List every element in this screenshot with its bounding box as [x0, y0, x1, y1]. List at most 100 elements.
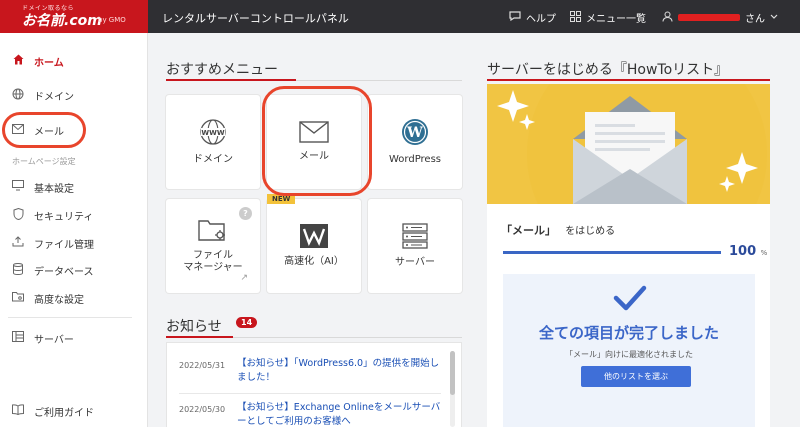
news-rule: [233, 337, 462, 338]
howto-underline: [487, 79, 770, 81]
mail-illustration: [487, 84, 770, 204]
howto-panel: 「メール」 をはじめる 100 % 全ての項目が完了しました 「メール」向けに最…: [487, 84, 770, 427]
folder-gear-icon: [198, 219, 225, 241]
news-link[interactable]: 【お知らせ】「WordPress6.0」の提供を開始しました！: [237, 357, 445, 385]
sidebar-item-label: 基本設定: [34, 183, 74, 195]
sidebar-item-label: ファイル管理: [34, 239, 94, 251]
card-label: WordPress: [388, 153, 442, 165]
start-target: 「メール」: [501, 224, 556, 237]
sidebar-item-basic-settings[interactable]: 基本設定: [0, 173, 148, 201]
news-date: 2022/05/31: [179, 361, 226, 370]
news-link[interactable]: 【お知らせ】Exchange Onlineをメールサーバーとしてご利用のお客様へ: [237, 401, 445, 427]
news-date: 2022/05/30: [179, 405, 226, 414]
sidebar-item-domain[interactable]: ドメイン: [0, 81, 148, 109]
user-menu[interactable]: さん: [662, 10, 778, 25]
news-title: お知らせ: [166, 319, 222, 335]
sidebar-item-server[interactable]: サーバー: [0, 324, 148, 352]
redacted-username: [678, 14, 740, 21]
sidebar-item-database[interactable]: データベース: [0, 256, 148, 284]
card-server[interactable]: サーバー: [368, 199, 462, 293]
chevron-down-icon: [770, 12, 778, 23]
card-speedup-ai[interactable]: NEW 高速化（AI）: [267, 194, 361, 293]
logo[interactable]: ドメイン取るなら お名前.com by GMO: [0, 0, 148, 33]
recommended-title: おすすめメニュー: [166, 62, 278, 78]
sidebar-item-label: ご利用ガイド: [34, 407, 94, 419]
sidebar-item-label: 高度な設定: [34, 294, 84, 306]
section-label-homepage: ホームページ設定: [12, 157, 76, 166]
user-suffix: さん: [745, 14, 765, 25]
monitor-icon: [12, 180, 24, 194]
svg-text:WWW: WWW: [201, 129, 224, 137]
howto-hero-image: [487, 84, 770, 204]
book-icon: [12, 404, 24, 418]
menu-list-link[interactable]: メニュー一覧: [570, 10, 646, 25]
recommended-rule: [296, 80, 462, 81]
howto-title: サーバーをはじめる『HowToリスト』: [487, 62, 729, 78]
sidebar-item-file-management[interactable]: ファイル管理: [0, 229, 148, 257]
card-label: ドメイン: [193, 153, 233, 165]
progress-percent: 100 %: [729, 244, 767, 259]
sidebar-item-label: データベース: [34, 266, 94, 278]
card-wordpress[interactable]: W WordPress: [368, 95, 462, 189]
sidebar-item-label: サーバー: [34, 334, 74, 346]
completion-subtitle: 「メール」向けに最適化されました: [565, 350, 693, 359]
logo-name: お名前.com: [22, 13, 102, 29]
top-bar: ドメイン取るなら お名前.com by GMO レンタルサーバーコントロールパネ…: [0, 0, 800, 33]
news-count-badge: 14: [236, 317, 258, 328]
sidebar-item-security[interactable]: セキュリティ: [0, 201, 148, 229]
grid-icon: [570, 10, 581, 25]
news-item[interactable]: 2022/05/30 【お知らせ】Exchange Onlineをメールサーバー…: [179, 401, 445, 427]
server-list-icon: [12, 331, 24, 345]
help-label: ヘルプ: [526, 14, 556, 25]
card-label: 高速化（AI）: [284, 255, 344, 267]
home-icon: [12, 54, 24, 68]
card-label: ファイル マネージャー: [183, 249, 243, 274]
annotation-circle-sidebar-mail: [2, 112, 86, 148]
news-panel: 2022/05/31 【お知らせ】「WordPress6.0」の提供を開始しまし…: [166, 342, 462, 427]
progress-unit: %: [760, 249, 768, 257]
card-domain[interactable]: WWW ドメイン: [166, 95, 260, 189]
external-link-icon: ↗: [240, 273, 248, 283]
globe-icon: [12, 88, 24, 103]
sidebar-item-guide[interactable]: ご利用ガイド: [0, 397, 148, 425]
completion-box: 全ての項目が完了しました 「メール」向けに最適化されました 他のリストを選ぶ: [503, 274, 755, 427]
card-file-manager[interactable]: ? ファイル マネージャー ↗: [166, 199, 260, 293]
server-icon: [402, 223, 428, 249]
check-icon: [613, 285, 647, 311]
news-separator: [179, 393, 441, 394]
database-icon: [12, 262, 24, 278]
progress-bar: [503, 251, 721, 254]
sidebar-item-label: ドメイン: [34, 91, 74, 103]
sidebar-divider: [8, 317, 132, 318]
start-suffix: をはじめる: [565, 226, 616, 237]
user-icon: [662, 11, 673, 25]
folder-gear-icon: [12, 291, 24, 305]
progress-value: 100: [729, 244, 757, 259]
news-item[interactable]: 2022/05/31 【お知らせ】「WordPress6.0」の提供を開始しまし…: [179, 357, 445, 385]
svg-text:W: W: [406, 125, 423, 141]
recommended-underline: [166, 79, 296, 81]
annotation-circle-mail-card: [262, 86, 372, 196]
help-link[interactable]: ヘルプ: [509, 10, 556, 25]
chat-help-icon: [509, 10, 521, 25]
sidebar-item-label: ホーム: [34, 57, 64, 69]
choose-other-list-button[interactable]: 他のリストを選ぶ: [581, 366, 691, 387]
app-title: レンタルサーバーコントロールパネル: [162, 12, 349, 25]
start-line: 「メール」 をはじめる: [501, 222, 615, 238]
card-label: サーバー: [395, 256, 435, 268]
www-globe-icon: WWW: [200, 119, 226, 145]
news-underline: [166, 336, 233, 338]
sidebar-item-home[interactable]: ホーム: [0, 47, 148, 75]
help-question-icon[interactable]: ?: [239, 207, 252, 220]
wordpress-icon: W: [402, 118, 428, 145]
menu-list-label: メニュー一覧: [586, 14, 646, 25]
completion-title: 全ての項目が完了しました: [538, 324, 719, 342]
shield-icon: [12, 207, 24, 223]
upload-icon: [12, 236, 24, 250]
sidebar: ホーム ドメイン メール ホームページ設定 基本設定 セキュリティ ファイル管理: [0, 33, 148, 427]
sidebar-item-advanced-settings[interactable]: 高度な設定: [0, 284, 148, 312]
sidebar-item-label: セキュリティ: [34, 211, 94, 223]
w-logo-icon: [300, 223, 328, 248]
logo-sub: by GMO: [98, 16, 126, 24]
news-scrollbar-thumb[interactable]: [450, 351, 455, 395]
